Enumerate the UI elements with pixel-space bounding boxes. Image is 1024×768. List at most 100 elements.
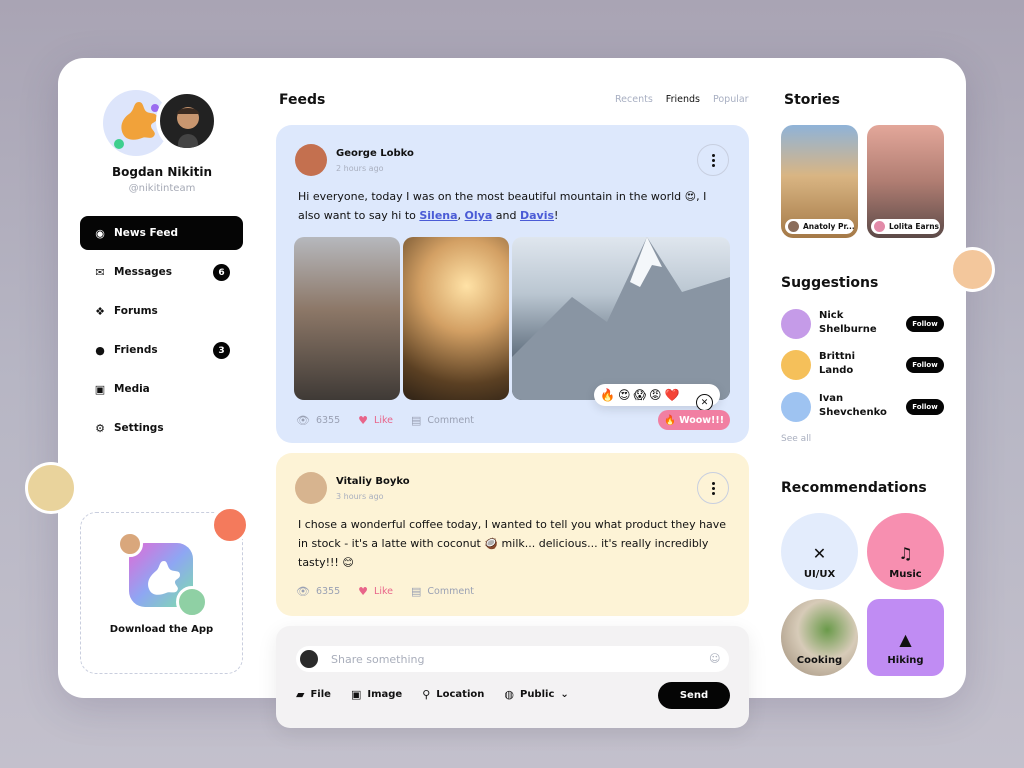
envelope-icon: ✉ bbox=[95, 265, 105, 279]
comment-button[interactable]: ▤ Comment bbox=[411, 585, 474, 598]
story-avatar bbox=[788, 221, 799, 232]
profile-name: Bogdan Nikitin bbox=[111, 165, 213, 179]
download-app-label: Download the App bbox=[109, 624, 214, 635]
post-author-avatar[interactable] bbox=[295, 472, 327, 504]
suggestion-name[interactable]: Nick Shelburne bbox=[819, 309, 889, 337]
post-author[interactable]: George Lobko bbox=[336, 148, 414, 159]
reaction-love[interactable]: 😍 bbox=[618, 388, 631, 402]
recommendation-cooking[interactable]: Cooking bbox=[781, 599, 858, 676]
image-button[interactable]: ▣ Image bbox=[351, 688, 402, 701]
folder-icon: ▰ bbox=[296, 688, 305, 701]
comment-icon: ▤ bbox=[410, 414, 422, 427]
post-stats: 👁 6355 ♥ Like ▤ Comment bbox=[296, 585, 492, 598]
profile-handle: @nikitinteam bbox=[128, 183, 196, 194]
follow-button[interactable]: Follow bbox=[906, 357, 944, 373]
suggestion-item: Brittni Lando Follow bbox=[781, 349, 944, 383]
like-button[interactable]: ♥ Like bbox=[358, 414, 393, 427]
visibility-select[interactable]: ◍ Public ⌄ bbox=[504, 688, 568, 701]
story-card[interactable]: Anatoly Pr... bbox=[781, 125, 858, 238]
reaction-angry[interactable]: 😡 bbox=[649, 388, 662, 402]
recommendation-ui-ux[interactable]: ✕ UI/UX bbox=[781, 513, 858, 590]
sidebar-item-messages[interactable]: ✉ Messages 6 bbox=[80, 255, 243, 289]
file-button[interactable]: ▰ File bbox=[296, 688, 331, 701]
profile-avatar[interactable] bbox=[156, 90, 218, 152]
recommendation-hiking[interactable]: ▲ Hiking bbox=[867, 599, 944, 676]
recommendation-music[interactable]: ♫ Music bbox=[867, 513, 944, 590]
suggestions-title: Suggestions bbox=[781, 275, 879, 291]
close-icon[interactable]: ✕ bbox=[696, 394, 713, 411]
friends-badge: 3 bbox=[213, 342, 230, 359]
dot-icon bbox=[711, 158, 715, 162]
reaction-heart[interactable]: ❤️ bbox=[665, 388, 680, 402]
sidebar-item-forums[interactable]: ❖ Forums bbox=[80, 294, 243, 328]
reaction-fire[interactable]: 🔥 bbox=[600, 388, 615, 402]
views-count: 👁 6355 bbox=[296, 585, 341, 598]
comment-button[interactable]: ▤ Comment bbox=[411, 414, 474, 427]
suggestion-avatar[interactable] bbox=[781, 350, 811, 380]
suggestion-name[interactable]: Ivan Shevchenko bbox=[819, 392, 889, 420]
music-notes-icon: ♫ bbox=[898, 544, 913, 563]
friend-avatar bbox=[176, 586, 208, 618]
composer-tools: ▰ File ▣ Image ⚲ Location ◍ Public ⌄ bbox=[296, 688, 569, 701]
dot-icon bbox=[711, 486, 715, 490]
story-card[interactable]: Lolita Earns bbox=[867, 125, 944, 238]
sidebar-item-settings[interactable]: ⚙ Settings bbox=[80, 411, 243, 445]
globe-icon: ◍ bbox=[504, 688, 514, 701]
suggestion-avatar[interactable] bbox=[781, 392, 811, 422]
sidebar-item-friends[interactable]: ● Friends 3 bbox=[80, 333, 243, 367]
people-icon: ● bbox=[95, 343, 105, 357]
suggestion-item: Ivan Shevchenko Follow bbox=[781, 391, 944, 425]
post-stats: 👁 6355 ♥ Like ▤ Comment bbox=[296, 414, 492, 427]
follow-button[interactable]: Follow bbox=[906, 316, 944, 332]
post-author-avatar[interactable] bbox=[295, 144, 327, 176]
mountain-icon: ▲ bbox=[899, 630, 912, 649]
compass-icon: ◉ bbox=[95, 226, 105, 240]
dot-icon bbox=[711, 481, 715, 485]
heart-icon: ♥ bbox=[358, 585, 369, 598]
post-time: 2 hours ago bbox=[336, 164, 384, 173]
views-count: 👁 6355 bbox=[296, 414, 341, 427]
sidebar-item-media[interactable]: ▣ Media bbox=[80, 372, 243, 406]
suggestion-name[interactable]: Brittni Lando bbox=[819, 350, 889, 378]
reaction-shock[interactable]: 😱 bbox=[633, 388, 646, 402]
see-all-link[interactable]: See all bbox=[781, 434, 811, 444]
send-button[interactable]: Send bbox=[658, 682, 730, 709]
tools-icon: ✕ bbox=[812, 544, 827, 563]
friend-avatar bbox=[25, 462, 77, 514]
chevron-down-icon: ⌄ bbox=[560, 689, 569, 700]
friend-avatar bbox=[211, 506, 249, 544]
tab-recents[interactable]: Recents bbox=[615, 94, 653, 105]
image-icon: ▣ bbox=[94, 382, 106, 396]
location-button[interactable]: ⚲ Location bbox=[422, 688, 484, 701]
eye-icon: 👁 bbox=[296, 585, 310, 598]
post-text: Hi everyone, today I was on the most bea… bbox=[298, 190, 707, 222]
mention-link[interactable]: Olya bbox=[465, 209, 493, 222]
more-options-button[interactable] bbox=[697, 144, 729, 176]
story-author: Lolita Earns bbox=[871, 219, 940, 234]
post-photo[interactable] bbox=[512, 237, 730, 400]
post-photo[interactable] bbox=[294, 237, 400, 400]
chat-bubbles-icon: ❖ bbox=[95, 304, 105, 318]
follow-button[interactable]: Follow bbox=[906, 399, 944, 415]
emoji-icon[interactable]: ☺ bbox=[709, 652, 720, 665]
image-icon: ▣ bbox=[350, 688, 362, 701]
selected-reaction-button[interactable]: 🔥 Woow!!! bbox=[658, 410, 730, 430]
post-composer bbox=[276, 626, 749, 728]
post-text: I chose a wonderful coffee today, I want… bbox=[298, 518, 727, 569]
dot-icon bbox=[711, 163, 715, 167]
share-input[interactable] bbox=[331, 650, 681, 668]
more-options-button[interactable] bbox=[697, 472, 729, 504]
stories-title: Stories bbox=[784, 92, 840, 108]
tab-popular[interactable]: Popular bbox=[713, 94, 749, 105]
tab-friends[interactable]: Friends bbox=[666, 94, 700, 105]
sidebar-nav: ◉ News Feed ✉ Messages 6 ❖ Forums ● Friends 3 … bbox=[80, 216, 243, 450]
friend-avatar bbox=[117, 531, 143, 557]
mention-link[interactable]: Silena bbox=[419, 209, 457, 222]
post-photo[interactable] bbox=[403, 237, 509, 400]
post-author[interactable]: Vitaliy Boyko bbox=[336, 476, 410, 487]
mention-link[interactable]: Davis bbox=[520, 209, 554, 222]
like-button[interactable]: ♥ Like bbox=[358, 585, 393, 598]
suggestion-avatar[interactable] bbox=[781, 309, 811, 339]
messages-badge: 6 bbox=[213, 264, 230, 281]
sidebar-item-news-feed[interactable]: ◉ News Feed bbox=[80, 216, 243, 250]
